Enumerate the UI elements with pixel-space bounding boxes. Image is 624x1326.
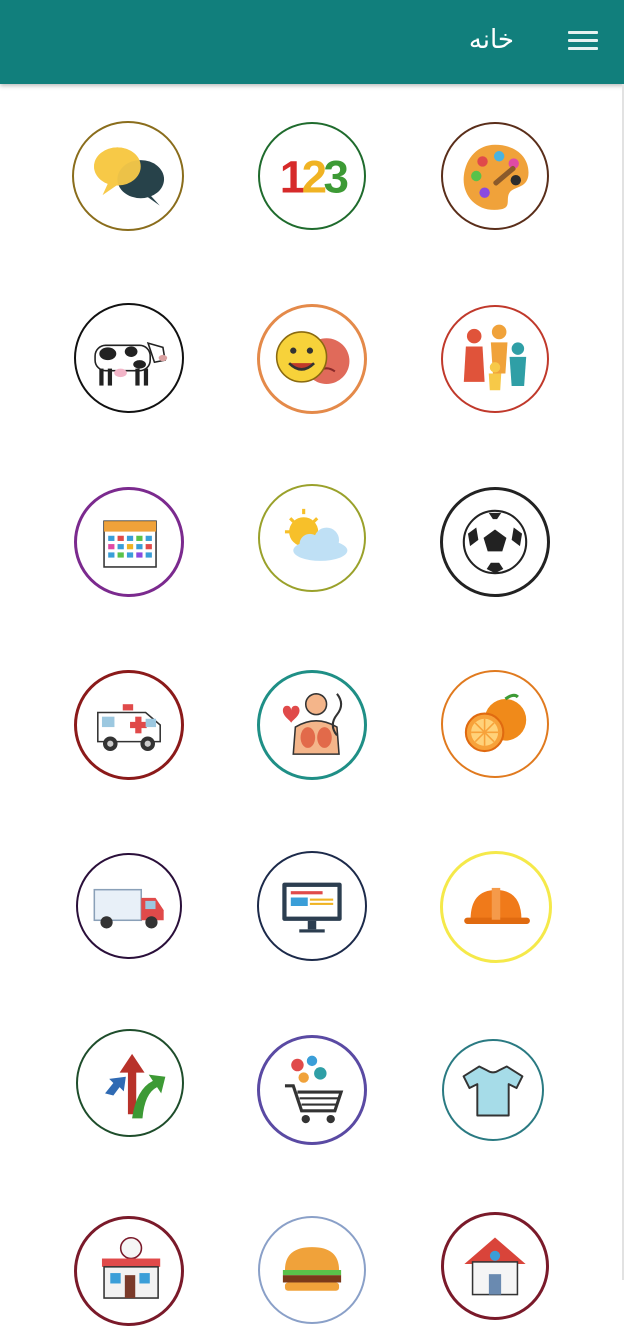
hard-hat-icon[interactable] <box>440 851 552 963</box>
computer-monitor-icon[interactable] <box>257 851 367 961</box>
orange-fruit-icon[interactable] <box>441 670 549 778</box>
cow-icon[interactable] <box>74 303 184 413</box>
app-bar: خانه <box>0 0 624 84</box>
emotion-faces-icon[interactable] <box>257 304 367 414</box>
truck-icon[interactable] <box>76 853 182 959</box>
page-title: خانه <box>468 25 514 55</box>
direction-arrows-icon[interactable] <box>76 1029 184 1137</box>
house-icon[interactable] <box>441 1212 549 1320</box>
paint-palette-icon[interactable] <box>441 122 549 230</box>
numbers-123-icon[interactable]: 1 2 3 <box>258 122 366 230</box>
human-body-icon[interactable] <box>257 670 367 780</box>
weather-sun-cloud-icon[interactable] <box>258 484 366 592</box>
speech-bubbles-icon[interactable] <box>72 121 184 231</box>
ambulance-icon[interactable] <box>74 670 184 780</box>
store-building-icon[interactable] <box>74 1216 184 1326</box>
soccer-ball-icon[interactable] <box>440 487 550 597</box>
t-shirt-icon[interactable] <box>442 1039 544 1141</box>
burger-icon[interactable] <box>258 1216 366 1324</box>
svg-text:3: 3 <box>323 152 348 203</box>
hamburger-menu-icon[interactable] <box>568 28 598 54</box>
family-icon[interactable] <box>441 305 549 413</box>
calendar-icon[interactable] <box>74 487 184 597</box>
shopping-cart-icon[interactable] <box>257 1035 367 1145</box>
